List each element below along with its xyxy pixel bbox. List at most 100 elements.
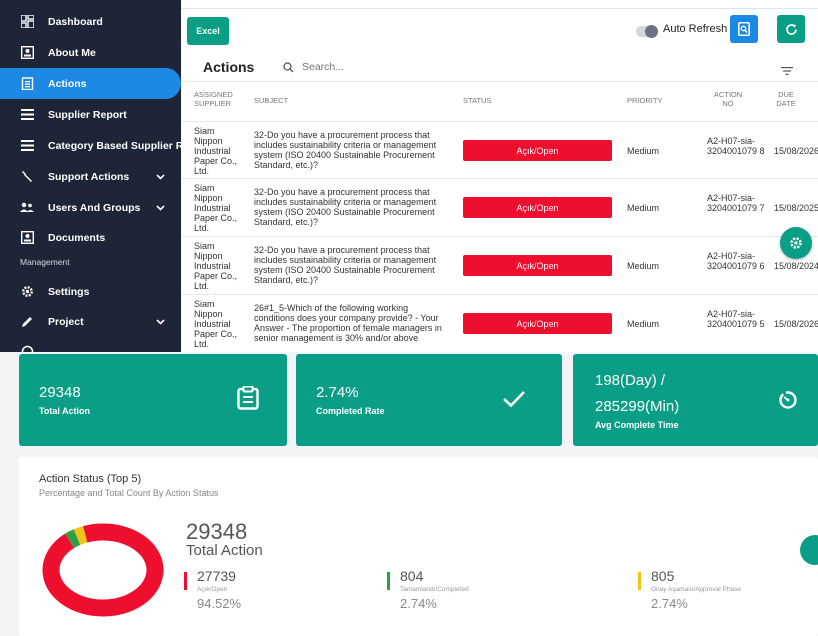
gear-icon [20,285,34,299]
donut-slice-0 [42,523,164,617]
sidebar-item-label: Project [48,315,84,328]
sidebar-item-label: Support Actions [48,170,130,183]
side-action-button[interactable] [800,535,818,565]
cell-priority: Medium [627,261,660,271]
sidebar-item-supplier-report[interactable]: Supplier Report [0,99,181,130]
sidebar-item-dashboard[interactable]: Dashboard [0,6,181,37]
search-input[interactable] [302,58,502,76]
sidebar-item-label: About Me [48,46,96,59]
column-header-action-no[interactable]: ACTION NO [708,90,748,108]
list-icon [20,139,34,153]
column-header-subject[interactable]: SUBJECT [254,96,288,105]
sidebar-item-documents[interactable]: Documents [0,222,181,253]
cell-priority: Medium [627,319,660,329]
cell-due-date: 15/08/2026 [774,146,818,156]
checkmark-icon [502,390,526,413]
status-badge: Açık/Open [463,313,612,334]
filter-icon[interactable] [781,62,793,80]
chevron-down-icon [156,316,165,328]
column-header-priority[interactable]: PRIORITY [627,96,662,105]
auto-refresh-toggle[interactable] [636,25,658,38]
users-icon [20,201,34,215]
cell-action-no: A2-H07-sia-3204001079 7 [707,193,765,213]
app-root: Dashboard About Me Actions Supplier Repo… [0,0,818,636]
stat-label: Tamamlandı/Completed [400,586,469,593]
cell-subject: 32-Do you have a procurement process tha… [254,187,437,227]
table-row[interactable]: Siam Nippon Industrial Paper Co., Ltd. 3… [181,237,818,295]
total-action-caption: Total Action [186,542,263,559]
panel-title: Action Status (Top 5) [39,473,142,485]
preview-button[interactable] [730,15,758,43]
stat-color-bar [387,572,390,590]
timer-icon [778,390,798,415]
sidebar-item-partial[interactable] [0,336,181,352]
panel-subtitle: Percentage and Total Count By Action Sta… [39,488,219,498]
stat-label: Onay Aşaması/Approval Phase [651,586,741,593]
completed-rate-label: Completed Rate [316,406,385,416]
total-action-card: 29348 Total Action [19,354,287,446]
sidebar-item-label: Documents [48,231,106,244]
stat-color-bar [638,572,641,590]
avg-complete-time-card: 198(Day) / 285299(Min) Avg Complete Time [573,354,818,446]
settings-fab[interactable] [780,227,812,259]
actions-header: Actions [181,54,818,82]
stat-label: Açık/Open [197,586,228,593]
circle-icon [20,345,34,352]
completed-rate-value: 2.74% [316,384,359,401]
cell-due-date: 15/08/2025 [774,203,818,213]
total-action-value: 29348 [39,384,81,401]
actions-panel: Excel Auto Refresh Actions ASSIGNED SUPP… [181,0,818,352]
document-icon [20,231,34,245]
stat-percent: 2.74% [400,596,437,611]
cell-subject: 32-Do you have a procurement process tha… [254,245,437,285]
sidebar-item-users-groups[interactable]: Users And Groups [0,192,181,223]
cell-supplier: Siam Nippon Industrial Paper Co., Ltd. [194,299,238,349]
column-header-supplier[interactable]: ASSIGNED SUPPLIER [194,90,238,108]
search-icon [283,60,294,78]
table-row[interactable]: Siam Nippon Industrial Paper Co., Ltd. 3… [181,179,818,237]
sidebar-item-project[interactable]: Project [0,306,181,337]
chevron-down-icon [156,202,165,214]
sidebar-item-label: Actions [48,77,87,90]
cell-priority: Medium [627,146,660,156]
clipboard-icon [237,385,259,415]
cell-action-no: A2-H07-sia-3204001079 5 [707,309,765,329]
sidebar-item-label: Dashboard [48,15,103,28]
stat-percent: 2.74% [651,596,688,611]
sidebar-item-about-me[interactable]: About Me [0,37,181,68]
stat-count: 804 [400,568,424,584]
tools-icon [20,170,34,184]
column-header-status[interactable]: STATUS [463,96,491,105]
page-title: Actions [203,59,255,75]
pencil-icon [20,315,34,329]
refresh-icon [785,23,797,35]
refresh-button[interactable] [777,15,805,43]
sidebar-item-label: Users And Groups [48,201,141,214]
excel-button[interactable]: Excel [187,17,229,45]
cell-action-no: A2-H07-sia-3204001079 6 [707,251,765,271]
cell-action-no: A2-H07-sia-3204001079 8 [707,136,765,156]
sidebar-item-settings[interactable]: Settings [0,276,181,307]
list-icon [20,108,34,122]
sidebar-item-actions[interactable]: Actions [0,68,181,99]
cell-subject: 32-Do you have a procurement process tha… [254,130,437,170]
table-row[interactable]: Siam Nippon Industrial Paper Co., Ltd. 2… [181,295,818,352]
total-action-label: Total Action [39,406,90,416]
stat-count: 27739 [197,568,236,584]
sidebar-item-category-report[interactable]: Category Based Supplier Report [0,130,181,161]
cell-due-date: 15/08/2026 [774,319,818,329]
donut-slice-2 [73,526,88,545]
sidebar: Dashboard About Me Actions Supplier Repo… [0,0,181,352]
cell-due-date: 15/08/2024 [774,261,818,271]
avg-time-minutes: 285299(Min) [595,398,680,415]
stat-color-bar [184,572,187,590]
sidebar-item-support-actions[interactable]: Support Actions [0,161,181,192]
status-donut-chart [42,523,164,617]
table-row[interactable]: Siam Nippon Industrial Paper Co., Ltd. 3… [181,121,818,179]
avg-time-label: Avg Complete Time [595,420,679,430]
column-header-due-date[interactable]: DUE DATE [774,90,798,108]
sidebar-section-management: Management [20,257,70,267]
auto-refresh-label: Auto Refresh [663,23,728,35]
clipboard-icon [20,77,34,91]
action-status-panel: Action Status (Top 5) Percentage and Tot… [19,457,818,636]
